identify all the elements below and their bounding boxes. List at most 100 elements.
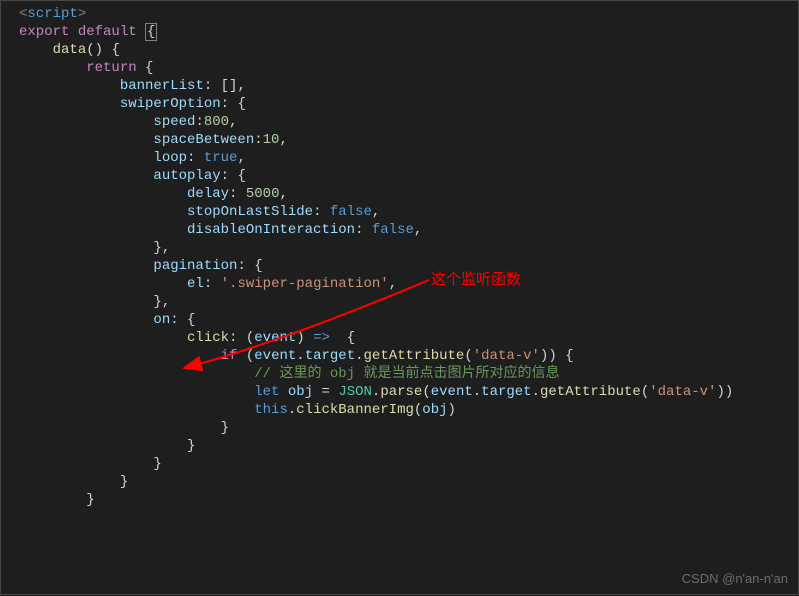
code-token: 10	[263, 132, 280, 148]
code-token	[19, 240, 153, 256]
code-token	[19, 294, 153, 310]
code-token: .	[288, 402, 296, 418]
code-line[interactable]: }	[19, 473, 798, 491]
code-token: ))	[540, 348, 557, 364]
code-token: :	[221, 96, 238, 112]
code-token: :	[187, 150, 204, 166]
code-token: ))	[716, 384, 733, 400]
code-token: ,	[389, 276, 397, 292]
code-token	[19, 78, 120, 94]
code-token	[19, 204, 187, 220]
code-line[interactable]: spaceBetween:10,	[19, 131, 798, 149]
code-token: {	[254, 258, 262, 274]
code-token	[19, 276, 187, 292]
code-token	[19, 474, 120, 490]
code-token	[19, 492, 86, 508]
code-line[interactable]: }	[19, 437, 798, 455]
code-token: return	[86, 60, 136, 76]
code-token: obj	[288, 384, 313, 400]
code-token	[19, 42, 53, 58]
code-token	[69, 24, 77, 40]
code-token: parse	[380, 384, 422, 400]
code-token	[19, 402, 254, 418]
code-token	[19, 330, 187, 346]
code-token	[19, 258, 153, 274]
code-token: on	[153, 312, 170, 328]
code-token: (	[246, 330, 254, 346]
code-token: }	[153, 294, 161, 310]
code-line[interactable]: return {	[19, 59, 798, 77]
code-token: disableOnInteraction	[187, 222, 355, 238]
code-token: }	[187, 438, 195, 454]
code-token: ,	[237, 78, 245, 94]
code-token: target	[305, 348, 355, 364]
code-token: getAttribute	[540, 384, 641, 400]
code-line[interactable]: stopOnLastSlide: false,	[19, 203, 798, 221]
code-line[interactable]: // 这里的 obj 就是当前点击图片所对应的信息	[19, 365, 798, 383]
code-token: export	[19, 24, 69, 40]
code-line[interactable]: },	[19, 239, 798, 257]
code-line[interactable]: <script>	[19, 5, 798, 23]
code-line[interactable]: data() {	[19, 41, 798, 59]
code-line[interactable]: }	[19, 455, 798, 473]
code-line[interactable]: },	[19, 293, 798, 311]
code-line[interactable]: pagination: {	[19, 257, 798, 275]
code-line[interactable]: export default {	[19, 23, 798, 41]
code-token: :	[221, 168, 238, 184]
code-token: swiperOption	[120, 96, 221, 112]
code-line[interactable]: if (event.target.getAttribute('data-v'))…	[19, 347, 798, 365]
code-token: :	[229, 186, 246, 202]
code-token: if	[221, 348, 238, 364]
code-token: target	[481, 384, 531, 400]
code-token: :	[355, 222, 372, 238]
code-token: ,	[279, 132, 287, 148]
code-token	[19, 420, 221, 436]
code-token: :	[313, 204, 330, 220]
code-token: stopOnLastSlide	[187, 204, 313, 220]
code-line[interactable]: el: '.swiper-pagination',	[19, 275, 798, 293]
code-line[interactable]: let obj = JSON.parse(event.target.getAtt…	[19, 383, 798, 401]
code-line[interactable]: autoplay: {	[19, 167, 798, 185]
code-token: .	[532, 384, 540, 400]
code-line[interactable]: }	[19, 491, 798, 509]
code-token: false	[330, 204, 372, 220]
code-line[interactable]: disableOnInteraction: false,	[19, 221, 798, 239]
code-token	[19, 150, 153, 166]
code-token: {	[565, 348, 573, 364]
code-token	[19, 348, 221, 364]
code-line[interactable]: click: (event) => {	[19, 329, 798, 347]
code-token: .	[473, 384, 481, 400]
code-line[interactable]: speed:800,	[19, 113, 798, 131]
code-token: JSON	[338, 384, 372, 400]
code-token	[19, 456, 153, 472]
code-token	[19, 384, 254, 400]
code-line[interactable]: }	[19, 419, 798, 437]
code-token: autoplay	[153, 168, 220, 184]
code-line[interactable]: on: {	[19, 311, 798, 329]
code-token: :	[229, 330, 246, 346]
code-token: []	[221, 78, 238, 94]
code-token: 'data-v'	[473, 348, 540, 364]
code-token: }	[153, 456, 161, 472]
code-line[interactable]: delay: 5000,	[19, 185, 798, 203]
code-line[interactable]: loop: true,	[19, 149, 798, 167]
code-token: ,	[162, 294, 170, 310]
code-token: loop	[153, 150, 187, 166]
code-token: :	[170, 312, 187, 328]
code-line[interactable]: swiperOption: {	[19, 95, 798, 113]
code-token: this	[254, 402, 288, 418]
code-line[interactable]: bannerList: [],	[19, 77, 798, 95]
code-token: :	[204, 276, 221, 292]
code-token: ,	[229, 114, 237, 130]
code-token: }	[221, 420, 229, 436]
code-token	[19, 438, 187, 454]
code-token: spaceBetween	[153, 132, 254, 148]
code-token: .	[355, 348, 363, 364]
code-token: speed	[153, 114, 195, 130]
code-token: :	[237, 258, 254, 274]
code-token	[305, 330, 313, 346]
code-editor[interactable]: <script>export default { data() { return…	[1, 1, 798, 509]
code-token: :	[195, 114, 203, 130]
code-line[interactable]: this.clickBannerImg(obj)	[19, 401, 798, 419]
code-token: default	[78, 24, 137, 40]
